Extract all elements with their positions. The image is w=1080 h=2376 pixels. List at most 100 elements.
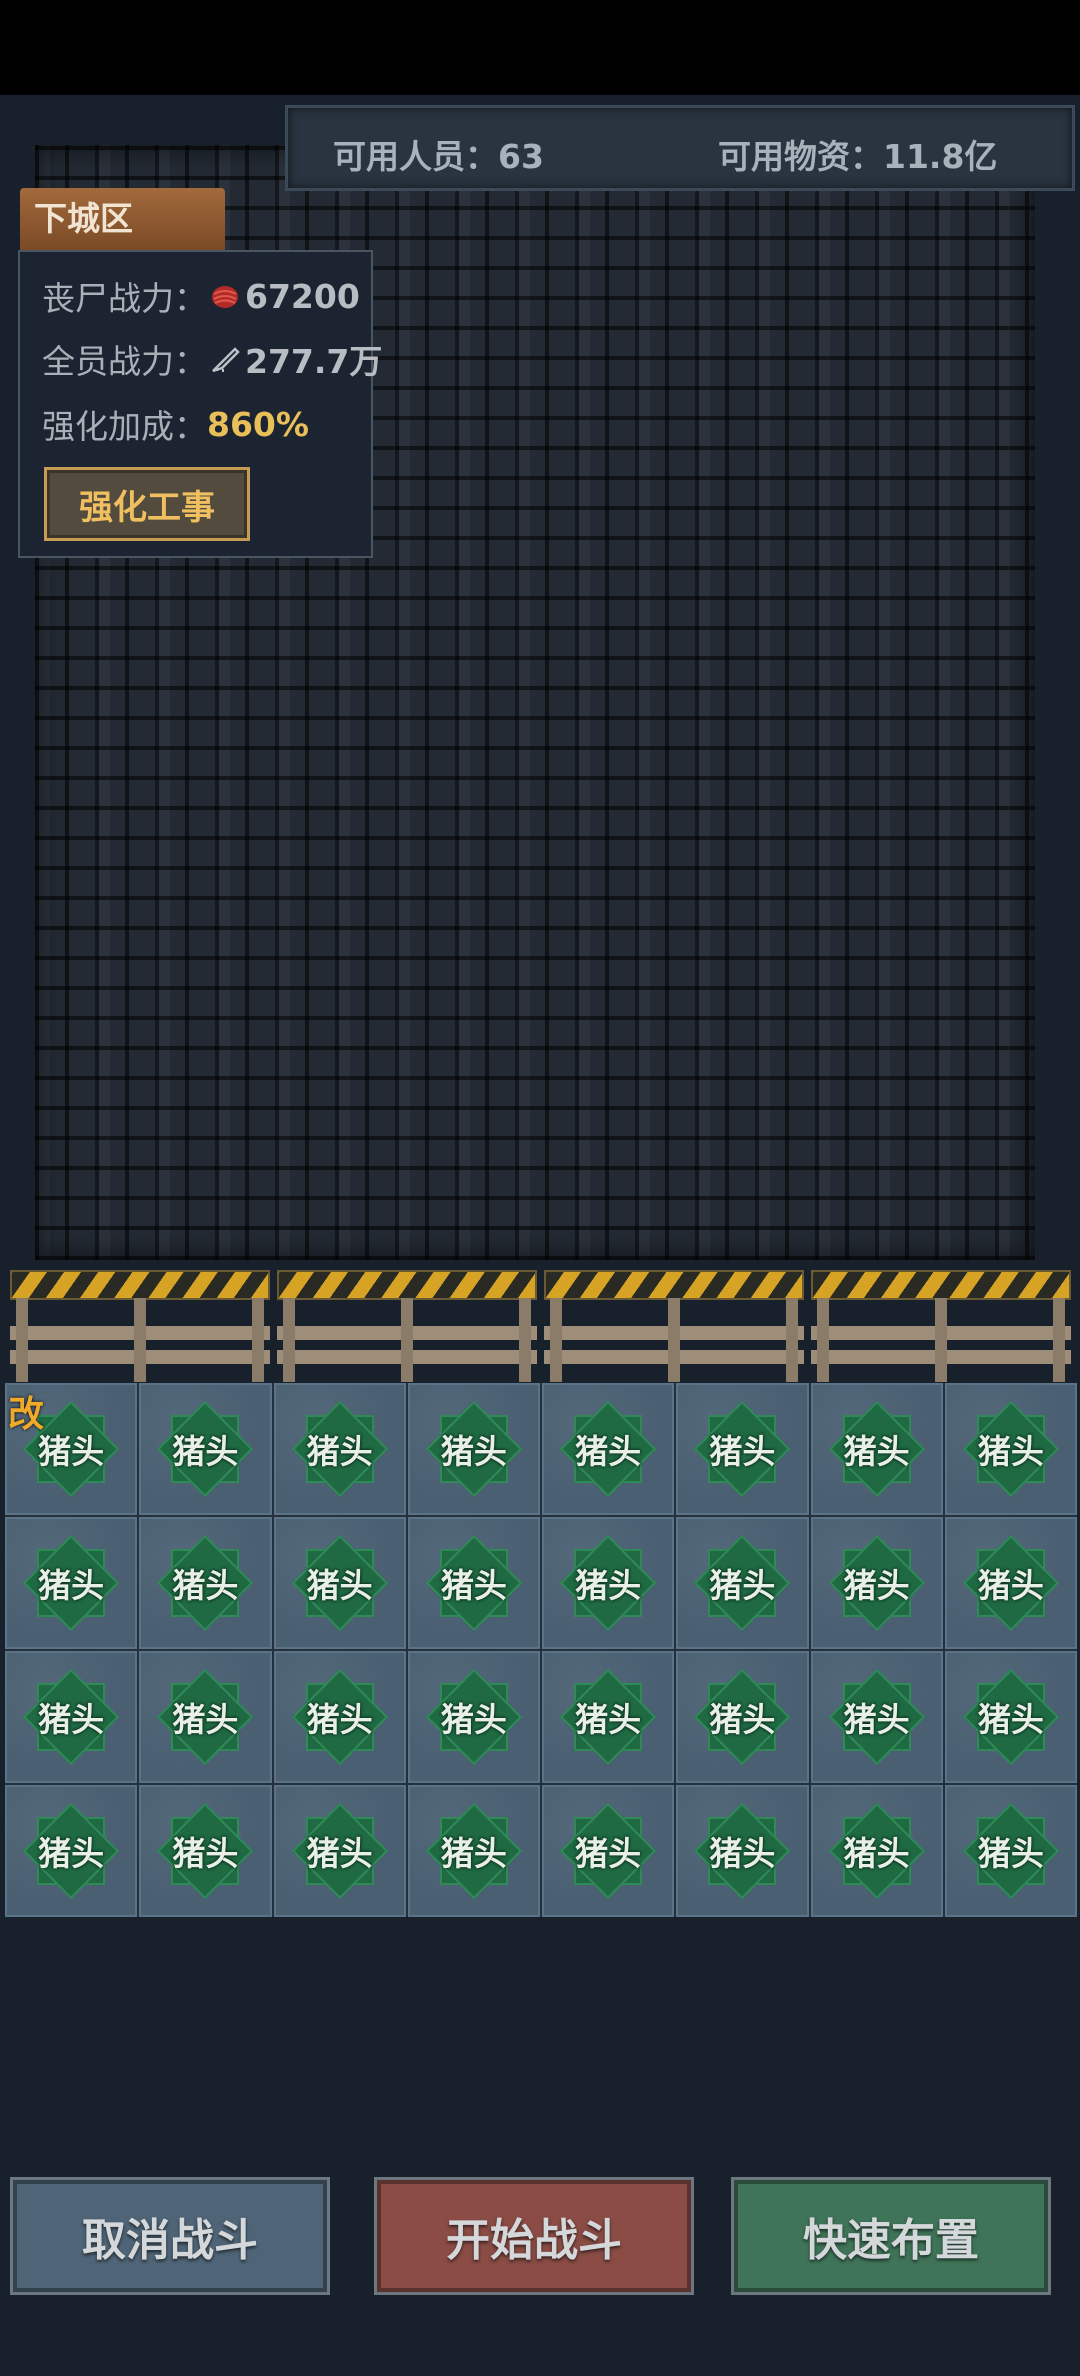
grid-slot[interactable]: 猪头: [407, 1651, 540, 1783]
grid-slot[interactable]: 猪头: [810, 1651, 943, 1783]
barricade: [811, 1270, 1071, 1382]
grid-slot[interactable]: 猪头: [139, 1651, 272, 1783]
zombie-power-row: 丧尸战力： 67200: [42, 272, 360, 320]
grid-slot[interactable]: 猪头: [139, 1785, 272, 1917]
unit-label: 猪头: [306, 1700, 373, 1739]
green-star-unit-icon[interactable]: 猪头: [425, 1400, 522, 1498]
grid-slot[interactable]: 猪头: [676, 1517, 809, 1649]
team-power-row: 全员战力： 277.7万: [42, 335, 382, 383]
green-star-unit-icon[interactable]: 猪头: [157, 1534, 254, 1632]
green-star-unit-icon[interactable]: 猪头: [694, 1668, 791, 1766]
unit-label: 猪头: [575, 1700, 642, 1739]
weapon-power-icon: [212, 347, 240, 373]
available-supply: 可用物资：11.8亿: [718, 137, 998, 176]
unit-label: 猪头: [843, 1566, 910, 1605]
unit-label: 猪头: [977, 1834, 1044, 1873]
green-star-unit-icon[interactable]: 猪头: [560, 1668, 657, 1766]
grid-slot[interactable]: 猪头: [810, 1785, 943, 1917]
grid-slot[interactable]: 猪头: [542, 1383, 675, 1515]
unit-label: 猪头: [977, 1700, 1044, 1739]
green-star-unit-icon[interactable]: 猪头: [828, 1802, 925, 1900]
green-star-unit-icon[interactable]: 猪头: [291, 1534, 388, 1632]
grid-slot[interactable]: 猪头: [542, 1517, 675, 1649]
unit-label: 猪头: [38, 1700, 105, 1739]
grid-slot[interactable]: 猪头: [273, 1517, 406, 1649]
quick-deploy-button[interactable]: 快速布置: [731, 2177, 1051, 2295]
grid-slot[interactable]: 猪头: [676, 1651, 809, 1783]
green-star-unit-icon[interactable]: 猪头: [694, 1802, 791, 1900]
green-star-unit-icon[interactable]: 猪头: [828, 1534, 925, 1632]
green-star-unit-icon[interactable]: 猪头: [425, 1668, 522, 1766]
game-screen: 可用人员：63 可用物资：11.8亿 下城区 丧尸战力： 67200 全员战力：…: [0, 0, 1080, 2376]
bonus-label: 强化加成：: [42, 407, 207, 446]
green-star-unit-icon[interactable]: 猪头: [291, 1400, 388, 1498]
grid-slot[interactable]: 猪头: [810, 1383, 943, 1515]
green-star-unit-icon[interactable]: 猪头: [560, 1802, 657, 1900]
grid-slot[interactable]: 猪头: [5, 1785, 138, 1917]
grid-slot[interactable]: 猪头: [5, 1517, 138, 1649]
grid-slot[interactable]: 猪头: [273, 1383, 406, 1515]
unit-label: 猪头: [172, 1566, 239, 1605]
cancel-battle-button[interactable]: 取消战斗: [10, 2177, 330, 2295]
unit-label: 猪头: [440, 1834, 507, 1873]
grid-slot[interactable]: 猪头: [407, 1517, 540, 1649]
resource-bar: 可用人员：63 可用物资：11.8亿: [285, 105, 1075, 191]
unit-label: 猪头: [977, 1566, 1044, 1605]
unit-label: 猪头: [38, 1432, 105, 1471]
green-star-unit-icon[interactable]: 猪头: [23, 1668, 120, 1766]
grid-slot[interactable]: 猪头: [5, 1651, 138, 1783]
unit-label: 猪头: [575, 1566, 642, 1605]
unit-label: 猪头: [709, 1834, 776, 1873]
green-star-unit-icon[interactable]: 猪头: [962, 1668, 1059, 1766]
team-power-value: 277.7万: [245, 342, 383, 381]
start-battle-button[interactable]: 开始战斗: [374, 2177, 694, 2295]
green-star-unit-icon[interactable]: 猪头: [23, 1534, 120, 1632]
green-star-unit-icon[interactable]: 猪头: [694, 1400, 791, 1498]
modify-mark[interactable]: 改: [8, 1385, 44, 1437]
grid-slot[interactable]: 猪头: [944, 1383, 1077, 1515]
grid-slot[interactable]: 猪头: [139, 1517, 272, 1649]
green-star-unit-icon[interactable]: 猪头: [157, 1400, 254, 1498]
green-star-unit-icon[interactable]: 猪头: [828, 1400, 925, 1498]
status-bar: [0, 0, 1080, 95]
enhance-fortification-button[interactable]: 强化工事: [44, 467, 250, 541]
grid-slot[interactable]: 猪头: [542, 1785, 675, 1917]
grid-slot[interactable]: 猪头: [810, 1517, 943, 1649]
grid-slot[interactable]: 猪头: [407, 1785, 540, 1917]
grid-slot[interactable]: 猪头: [944, 1651, 1077, 1783]
bonus-value: 860%: [207, 404, 309, 444]
green-star-unit-icon[interactable]: 猪头: [425, 1534, 522, 1632]
unit-label: 猪头: [440, 1432, 507, 1471]
grid-slot[interactable]: 猪头: [944, 1517, 1077, 1649]
green-star-unit-icon[interactable]: 猪头: [291, 1668, 388, 1766]
green-star-unit-icon[interactable]: 猪头: [425, 1802, 522, 1900]
green-star-unit-icon[interactable]: 猪头: [291, 1802, 388, 1900]
grid-slot[interactable]: 猪头: [273, 1651, 406, 1783]
green-star-unit-icon[interactable]: 猪头: [962, 1802, 1059, 1900]
grid-slot[interactable]: 猪头: [139, 1383, 272, 1515]
green-star-unit-icon[interactable]: 猪头: [828, 1668, 925, 1766]
available-people: 可用人员：63: [333, 137, 544, 176]
unit-label: 猪头: [38, 1834, 105, 1873]
grid-slot[interactable]: 猪头: [407, 1383, 540, 1515]
unit-label: 猪头: [709, 1700, 776, 1739]
unit-label: 猪头: [575, 1834, 642, 1873]
green-star-unit-icon[interactable]: 猪头: [157, 1802, 254, 1900]
zombie-power-icon: [212, 286, 238, 308]
grid-slot[interactable]: 猪头: [542, 1651, 675, 1783]
unit-label: 猪头: [709, 1432, 776, 1471]
unit-label: 猪头: [440, 1700, 507, 1739]
green-star-unit-icon[interactable]: 猪头: [962, 1400, 1059, 1498]
info-panel: 丧尸战力： 67200 全员战力： 277.7万 强化加成： 860% 强化工事: [18, 250, 382, 558]
green-star-unit-icon[interactable]: 猪头: [694, 1534, 791, 1632]
green-star-unit-icon[interactable]: 猪头: [23, 1802, 120, 1900]
grid-slot[interactable]: 猪头: [676, 1785, 809, 1917]
green-star-unit-icon[interactable]: 猪头: [560, 1400, 657, 1498]
green-star-unit-icon[interactable]: 猪头: [560, 1534, 657, 1632]
grid-slot[interactable]: 猪头: [676, 1383, 809, 1515]
grid-slot[interactable]: 猪头: [944, 1785, 1077, 1917]
green-star-unit-icon[interactable]: 猪头: [962, 1534, 1059, 1632]
green-star-unit-icon[interactable]: 猪头: [157, 1668, 254, 1766]
unit-label: 猪头: [172, 1700, 239, 1739]
grid-slot[interactable]: 猪头: [273, 1785, 406, 1917]
